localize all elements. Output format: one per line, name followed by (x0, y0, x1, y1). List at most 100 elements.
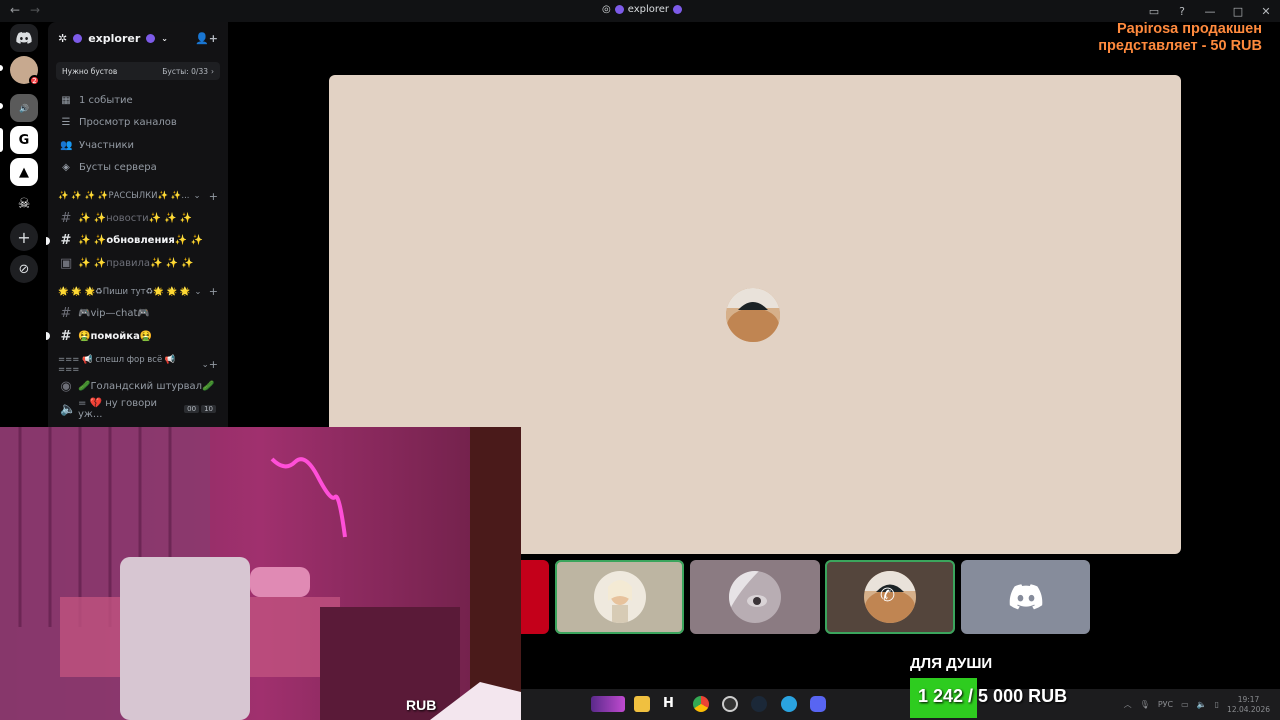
category-write-here[interactable]: 🌟 🌟 🌟♻Пиши тут♻🌟 🌟 🌟 ⌄ + (48, 281, 228, 303)
donation-line-2: представляет - 50 RUB (1098, 38, 1262, 54)
participant-tile-red[interactable] (521, 560, 549, 634)
add-channel-icon[interactable]: + (209, 285, 218, 298)
donation-alert: Papirosa продакшен представляет - 50 RUB (1098, 21, 1262, 55)
server-nav: ▦ 1 событие ☰ Просмотр каналов 👥 Участни… (48, 89, 228, 179)
category-label: ✨ ✨ ✨ ✨РАССЫЛКИ✨ ✨... (58, 191, 190, 201)
add-channel-icon[interactable]: + (209, 190, 218, 203)
rules-icon: ▣ (60, 255, 73, 271)
channel-rules[interactable]: ▣ ✨ ✨правила✨ ✨ ✨ (48, 252, 228, 275)
server-icon-1[interactable]: 🔊 (10, 94, 38, 122)
server-header[interactable]: ✲ explorer ⌄ 👤+ (48, 22, 228, 54)
participant-tile-discord[interactable] (961, 560, 1090, 634)
boost-icon: ◈ (62, 162, 70, 174)
chevron-down-icon: ⌄ (161, 33, 168, 43)
chrome-icon[interactable] (693, 696, 709, 712)
discord-logo-icon (1009, 584, 1042, 610)
inbox-icon[interactable]: ◎ (602, 4, 611, 15)
channel-updates[interactable]: # ✨ ✨обновления✨ ✨ (46, 230, 228, 253)
count-a: 00 (184, 405, 200, 414)
add-channel-icon[interactable]: + (209, 358, 218, 371)
maximize-button[interactable]: □ (1224, 5, 1252, 18)
rail-pill (0, 103, 3, 109)
channel-vip-chat[interactable]: # 🎮vip—chat🎮 (48, 303, 228, 326)
server-icon-explorer[interactable]: G (10, 126, 38, 154)
participant-avatar: ✆ (864, 571, 916, 623)
nav-server-boosts[interactable]: ◈ Бусты сервера (48, 157, 228, 180)
chevron-down-icon: ⌄ (193, 191, 201, 201)
hash-icon: # (60, 210, 72, 226)
server-tag-icon (673, 5, 683, 14)
server-name: explorer (88, 31, 141, 45)
help-icon[interactable]: ? (1168, 5, 1196, 18)
nav-members[interactable]: 👥 Участники (48, 134, 228, 157)
dm-avatar[interactable]: 2 (10, 56, 40, 86)
donation-line-1: Papirosa продакшен (1117, 21, 1262, 37)
channel-pomoyka[interactable]: # 🤮помойка🤮 (46, 325, 228, 348)
nav-events[interactable]: ▦ 1 событие (48, 89, 228, 112)
inbox-tray-icon[interactable]: ▭ (1140, 5, 1168, 18)
add-server-button[interactable]: + (10, 223, 38, 251)
close-button[interactable]: ✕ (1252, 5, 1280, 18)
category-special[interactable]: === 📢 спешл фор всё 📢 === ⌄ + (48, 354, 228, 376)
window-title-text: explorer (627, 4, 670, 15)
webcam-overlay (0, 427, 521, 720)
mic-icon[interactable]: 🎙 (1140, 700, 1150, 709)
battery-icon[interactable]: ▯ (1215, 700, 1219, 709)
minimize-button[interactable]: — (1196, 5, 1224, 18)
unread-indicator (46, 236, 50, 245)
folder-icon[interactable] (634, 696, 650, 712)
server-icon-skull[interactable]: ☠ (10, 190, 38, 218)
voice-user-count: 00 10 (184, 405, 216, 414)
count-b: 10 (201, 405, 216, 414)
telegram-icon[interactable] (781, 696, 797, 712)
participant-tile[interactable]: ✆ (825, 560, 955, 634)
goal-progress-text: 1 242 / 5 000 RUB (918, 686, 1068, 706)
server-icon-3[interactable]: ▲ (10, 158, 38, 186)
unread-indicator (46, 332, 50, 341)
speaker-icon: 🔈 (60, 401, 77, 417)
channel-voice-govori[interactable]: 🔈 = 💔 ну говори уж... 00 10 (48, 398, 228, 421)
nav-browse-channels[interactable]: ☰ Просмотр каналов (48, 112, 228, 135)
channel-sidebar: ✲ explorer ⌄ 👤+ Нужно бустов Бусты: 0/33… (46, 22, 228, 427)
clock-time: 19:17 (1237, 694, 1260, 704)
server-tag-icon (73, 33, 83, 43)
donation-goal-bar: 1 242 / 5 000 RUB (910, 678, 1090, 718)
game-app-icon[interactable] (591, 696, 625, 712)
language-indicator[interactable]: РУС (1158, 700, 1173, 709)
category-label: === 📢 спешл фор всё 📢 === (58, 354, 176, 375)
channel-label: ✨ ✨новости✨ ✨ ✨ (78, 212, 193, 224)
forward-arrow-icon[interactable]: → (30, 3, 40, 17)
channel-label: 🎮vip—chat🎮 (78, 308, 150, 320)
participant-avatar (729, 571, 781, 623)
title-bar: ← → ◎ explorer ▭ ? — □ ✕ (0, 0, 1280, 22)
members-icon: 👥 (60, 139, 73, 151)
discord-home-button[interactable] (10, 24, 38, 52)
clock-date: 12.04.2026 (1227, 704, 1270, 714)
channel-label: = 💔 ну говори уж... (78, 398, 158, 421)
h-app-icon[interactable]: H (663, 696, 679, 712)
volume-icon[interactable]: 🔈 (1197, 700, 1207, 709)
clock[interactable]: 19:17 12.04.2026 (1227, 695, 1270, 715)
tray-chevron-icon[interactable]: ︿ (1124, 699, 1132, 710)
boost-goal-bar[interactable]: Нужно бустов Бусты: 0/33 › (56, 62, 220, 80)
clock-app-icon[interactable] (722, 696, 738, 712)
category-mailings[interactable]: ✨ ✨ ✨ ✨РАССЫЛКИ✨ ✨... ⌄ + (48, 185, 228, 207)
channel-stage-shturval[interactable]: ◉ 🥒Голандский штурвал🥒 (48, 376, 228, 399)
network-icon[interactable]: ▭ (1181, 700, 1189, 709)
back-arrow-icon[interactable]: ← (10, 3, 20, 17)
discover-button[interactable]: ⊘ (10, 255, 38, 283)
calendar-icon: ▦ (61, 94, 71, 106)
webcam-feed-image (0, 427, 521, 720)
windows-taskbar: H ︿ 🎙 РУС ▭ 🔈 ▯ 19:17 12.04.2026 (521, 689, 1280, 720)
add-user-icon[interactable]: 👤+ (195, 32, 218, 45)
steam-icon[interactable] (751, 696, 767, 712)
participant-tile[interactable] (555, 560, 684, 634)
speaker-avatar[interactable] (726, 288, 780, 342)
discord-taskbar-icon[interactable] (810, 696, 826, 712)
nav-label: Участники (79, 139, 135, 151)
participant-tile[interactable] (690, 560, 820, 634)
channel-news[interactable]: # ✨ ✨новости✨ ✨ ✨ (48, 207, 228, 230)
discord-logo-icon (16, 32, 32, 44)
channels-icon: ☰ (61, 117, 71, 129)
server-rail: 2 🔊 G ▲ ☠ + ⊘ (0, 22, 48, 427)
